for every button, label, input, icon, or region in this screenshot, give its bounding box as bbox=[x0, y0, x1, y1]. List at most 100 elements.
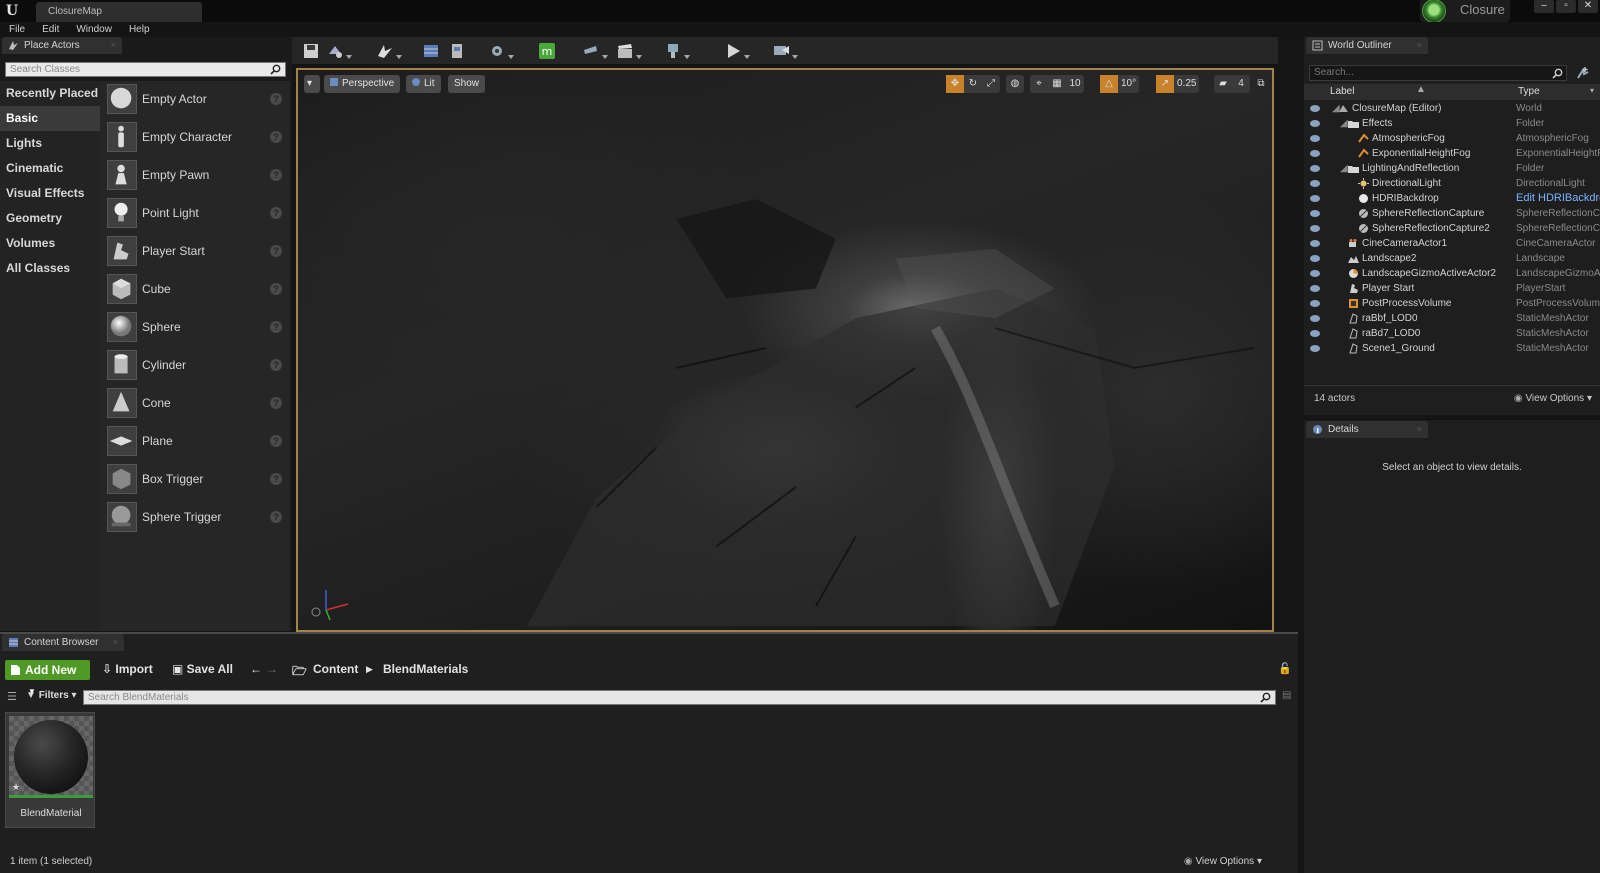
category-visual-effects[interactable]: Visual Effects bbox=[0, 181, 100, 206]
blueprints-button[interactable]: m bbox=[538, 42, 556, 60]
visibility-eye-icon[interactable] bbox=[1310, 135, 1320, 142]
category-lights[interactable]: Lights bbox=[0, 131, 100, 156]
tree-row[interactable]: PostProcessVolume PostProcessVolume bbox=[1304, 296, 1600, 311]
surface-snap-icon[interactable]: ⌖ bbox=[1030, 75, 1048, 93]
sources-panel-icon[interactable]: ☰ bbox=[7, 690, 17, 703]
help-icon[interactable]: ? bbox=[270, 207, 282, 219]
details-tab[interactable]: Details × bbox=[1306, 421, 1428, 438]
back-button[interactable]: ← bbox=[250, 662, 262, 676]
tree-row[interactable]: raBd7_LOD0 StaticMeshActor bbox=[1304, 326, 1600, 341]
visibility-eye-icon[interactable] bbox=[1310, 240, 1320, 247]
category-all-classes[interactable]: All Classes bbox=[0, 256, 100, 281]
visibility-eye-icon[interactable] bbox=[1310, 180, 1320, 187]
actor-item-cylinder[interactable]: Cylinder ? bbox=[100, 347, 290, 383]
tree-row[interactable]: Landscape2 Landscape bbox=[1304, 251, 1600, 266]
camera-speed-value[interactable]: 4 bbox=[1232, 75, 1250, 93]
actor-item-point-light[interactable]: Point Light ? bbox=[100, 195, 290, 231]
tree-row[interactable]: Player Start PlayerStart bbox=[1304, 281, 1600, 296]
rotate-icon[interactable]: ↻ bbox=[964, 75, 982, 93]
category-recently-placed[interactable]: Recently Placed bbox=[0, 81, 100, 106]
visibility-eye-icon[interactable] bbox=[1310, 120, 1320, 127]
search-icon[interactable] bbox=[270, 64, 281, 75]
category-basic[interactable]: Basic bbox=[0, 106, 100, 131]
help-icon[interactable]: ? bbox=[270, 397, 282, 409]
actor-item-cube[interactable]: Cube ? bbox=[100, 271, 290, 307]
tree-row[interactable]: AtmosphericFog AtmosphericFog bbox=[1304, 131, 1600, 146]
maximize-button[interactable]: ▫ bbox=[1556, 0, 1576, 13]
close-tab-icon[interactable]: × bbox=[1417, 421, 1422, 438]
maximize-viewport-button[interactable]: ⧉ bbox=[1252, 75, 1270, 93]
tree-row[interactable]: ◢ LightingAndReflection Folder bbox=[1304, 161, 1600, 176]
search-icon[interactable] bbox=[1552, 68, 1563, 79]
scale-snap-value[interactable]: 0.25 bbox=[1174, 75, 1199, 93]
build-button[interactable] bbox=[664, 42, 690, 60]
world-outliner-tab[interactable]: World Outliner × bbox=[1306, 37, 1428, 54]
level-viewport[interactable]: ▾ Perspective Lit Show ✥ ↻ ⤢ ◍ ⌖ ▦ 10 △ … bbox=[296, 68, 1274, 632]
menu-file[interactable]: File bbox=[0, 22, 33, 37]
visibility-eye-icon[interactable] bbox=[1310, 345, 1320, 352]
filters-button[interactable]: ▼ Filters ▾ bbox=[26, 690, 77, 701]
column-label[interactable]: Label bbox=[1330, 86, 1354, 97]
source-control-button[interactable] bbox=[326, 42, 352, 60]
save-all-button[interactable]: ▣ Save All bbox=[172, 662, 233, 676]
visibility-eye-icon[interactable] bbox=[1310, 210, 1320, 217]
actor-item-box-trigger[interactable]: Box Trigger ? bbox=[100, 461, 290, 497]
tree-row[interactable]: ◢ ClosureMap (Editor) World bbox=[1304, 101, 1600, 116]
category-cinematic[interactable]: Cinematic bbox=[0, 156, 100, 181]
place-actors-tab[interactable]: Place Actors × bbox=[2, 37, 122, 54]
play-button[interactable] bbox=[724, 42, 750, 60]
tree-row[interactable]: LandscapeGizmoActiveActor2 LandscapeGizmo… bbox=[1304, 266, 1600, 281]
grid-snap-value[interactable]: 10 bbox=[1066, 75, 1084, 93]
tree-row[interactable]: ExponentialHeightFog ExponentialHeightFog bbox=[1304, 146, 1600, 161]
expand-arrow-icon[interactable]: ◢ bbox=[1340, 161, 1348, 176]
translate-icon[interactable]: ✥ bbox=[946, 75, 964, 93]
close-tab-icon[interactable]: × bbox=[1417, 37, 1422, 54]
breadcrumb-content[interactable]: Content bbox=[313, 662, 358, 676]
tree-row[interactable]: SphereReflectionCapture SphereReflectionC… bbox=[1304, 206, 1600, 221]
actor-item-plane[interactable]: Plane ? bbox=[100, 423, 290, 459]
visibility-eye-icon[interactable] bbox=[1310, 300, 1320, 307]
outliner-view-options-button[interactable]: ◉ View Options ▾ bbox=[1514, 393, 1592, 404]
close-tab-icon[interactable]: × bbox=[113, 634, 118, 651]
visibility-eye-icon[interactable] bbox=[1310, 195, 1320, 202]
cinematics-button[interactable] bbox=[582, 42, 608, 60]
outliner-search-input[interactable]: Search... bbox=[1309, 65, 1567, 81]
help-icon[interactable]: ? bbox=[270, 169, 282, 181]
column-type[interactable]: Type bbox=[1518, 86, 1540, 97]
actor-item-empty-actor[interactable]: Empty Actor ? bbox=[100, 81, 290, 117]
unreal-logo-icon[interactable]: U bbox=[3, 2, 21, 20]
actor-item-empty-character[interactable]: Empty Character ? bbox=[100, 119, 290, 155]
help-icon[interactable]: ? bbox=[270, 245, 282, 257]
tree-row[interactable]: raBbf_LOD0 StaticMeshActor bbox=[1304, 311, 1600, 326]
breadcrumb-blendmaterials[interactable]: BlendMaterials bbox=[383, 662, 468, 676]
actor-item-sphere-trigger[interactable]: Sphere Trigger ? bbox=[100, 499, 290, 535]
help-icon[interactable]: ? bbox=[270, 321, 282, 333]
help-icon[interactable]: ? bbox=[270, 93, 282, 105]
viewport-options-button[interactable]: ▾ bbox=[304, 75, 320, 93]
tree-row[interactable]: CineCameraActor1 CineCameraActor bbox=[1304, 236, 1600, 251]
visibility-eye-icon[interactable] bbox=[1310, 315, 1320, 322]
asset-tile-blendmaterial[interactable]: ★ BlendMaterial bbox=[5, 712, 95, 828]
help-icon[interactable]: ? bbox=[270, 283, 282, 295]
menu-edit[interactable]: Edit bbox=[33, 22, 67, 37]
content-browser-tab[interactable]: Content Browser × bbox=[2, 634, 124, 651]
camera-speed-icon[interactable]: ▰ bbox=[1214, 75, 1232, 93]
visibility-eye-icon[interactable] bbox=[1310, 285, 1320, 292]
visibility-eye-icon[interactable] bbox=[1310, 330, 1320, 337]
visibility-eye-icon[interactable] bbox=[1310, 255, 1320, 262]
save-button[interactable] bbox=[302, 42, 320, 60]
search-blendmaterials-input[interactable]: Search BlendMaterials bbox=[83, 690, 1276, 705]
help-icon[interactable]: ? bbox=[270, 359, 282, 371]
add-filter-icon[interactable] bbox=[1576, 66, 1590, 80]
add-new-button[interactable]: Add New ▼ bbox=[5, 660, 90, 696]
lock-icon[interactable]: 🔓 bbox=[1278, 662, 1292, 675]
show-button[interactable]: Show bbox=[448, 75, 486, 93]
help-icon[interactable]: ? bbox=[270, 131, 282, 143]
expand-arrow-icon[interactable]: ◢ bbox=[1340, 116, 1348, 131]
menu-help[interactable]: Help bbox=[120, 22, 158, 37]
edit-hdribackdrop-link[interactable]: Edit HDRIBackdrop bbox=[1516, 191, 1600, 206]
save-search-icon[interactable]: ▤ bbox=[1282, 690, 1291, 701]
visibility-eye-icon[interactable] bbox=[1310, 165, 1320, 172]
rotation-snap-value[interactable]: 10° bbox=[1118, 75, 1139, 93]
minimize-button[interactable]: – bbox=[1534, 0, 1554, 13]
